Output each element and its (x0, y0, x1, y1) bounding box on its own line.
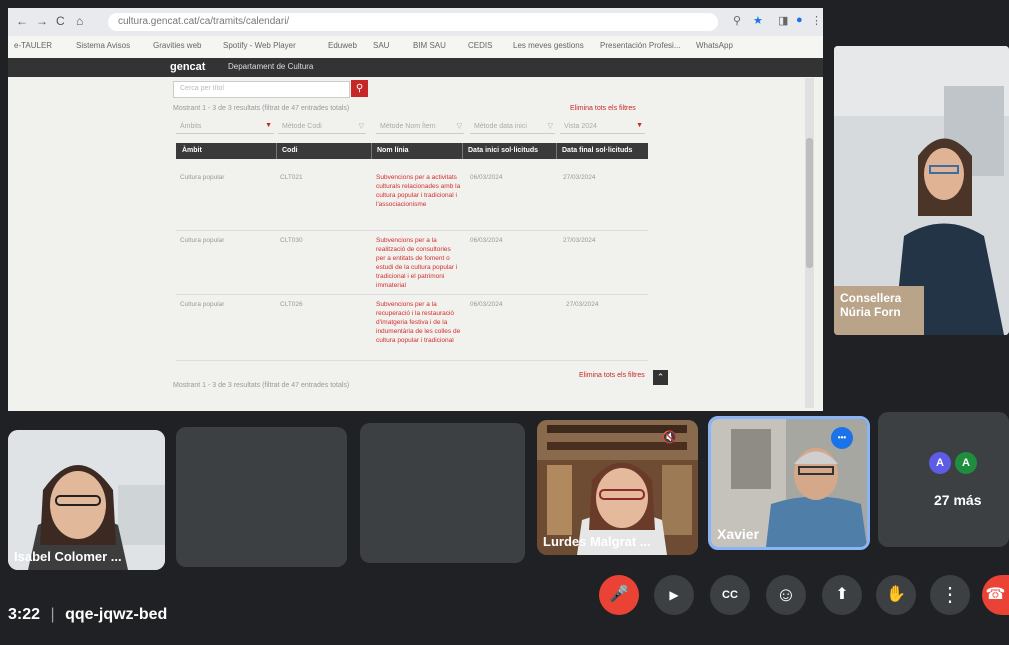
table-cell: 27/03/2024 (563, 174, 596, 181)
row-divider (176, 230, 648, 231)
back-icon[interactable]: ← (16, 14, 28, 28)
row-divider (176, 360, 648, 361)
more-options-button[interactable]: ⋮ (930, 575, 970, 615)
browser-chrome: ← → C ⌂ cultura.gencat.cat/ca/tramits/ca… (8, 8, 823, 36)
participant-tile[interactable]: Isabel Colomer ... (8, 430, 165, 570)
featured-participant-tile[interactable]: Consellera Núria Forn (834, 46, 1009, 335)
table-cell: 06/03/2024 (470, 301, 503, 308)
participant-name: Isabel Colomer ... (14, 549, 122, 564)
participant-name: Xavier (717, 526, 760, 542)
search-button[interactable]: ⚲ (351, 80, 368, 97)
table-cell: Cultura popular (180, 301, 225, 308)
mic-toggle-button[interactable]: 🎤 (599, 575, 639, 615)
participant-tile-empty[interactable] (360, 423, 525, 563)
results-count: Mostrant 1 - 3 de 3 resultats (filtrat d… (173, 105, 350, 112)
bookmark[interactable]: Les meves gestions (513, 41, 584, 50)
bookmark[interactable]: SAU (373, 41, 389, 50)
bookmark[interactable]: Presentación Profesi... (600, 41, 680, 50)
avatar: A (929, 452, 951, 474)
meeting-time: 3:22 (8, 606, 41, 623)
participant-options-button[interactable]: ••• (831, 427, 853, 449)
results-count-bottom: Mostrant 1 - 3 de 3 resultats (filtrat d… (173, 382, 350, 389)
star-icon[interactable]: ★ (753, 14, 763, 27)
column-header[interactable]: Data inici sol·licituds (468, 147, 538, 154)
row-title-link[interactable]: Subvencions per a activitats culturals r… (376, 173, 461, 209)
filter-nom[interactable]: Mètode Nom Ítem ▽ (376, 120, 464, 134)
table-cell: 27/03/2024 (566, 301, 599, 308)
participant-tile-empty[interactable] (176, 427, 347, 567)
bookmark[interactable]: e-TAULER (14, 41, 52, 50)
column-header[interactable]: Codi (282, 147, 298, 154)
meeting-code: qqe-jqwz-bed (65, 606, 168, 623)
bookmark[interactable]: CEDIS (468, 41, 492, 50)
table-cell: CLT026 (280, 301, 303, 308)
table-cell: CLT030 (280, 237, 303, 244)
column-header[interactable]: Nom línia (377, 147, 409, 154)
site-header: gencat Departament de Cultura (8, 58, 823, 77)
participant-name: Consellera Núria Forn (840, 291, 902, 319)
filter-data-inici[interactable]: Mètode data inici ▽ (470, 120, 555, 134)
more-participants-tile[interactable]: A A 27 más (878, 412, 1009, 547)
zoom-icon[interactable]: ⚲ (733, 14, 741, 27)
mic-off-icon: 🔇 (662, 430, 677, 444)
forward-icon[interactable]: → (36, 14, 48, 28)
address-bar[interactable]: cultura.gencat.cat/ca/tramits/calendari/ (108, 13, 718, 31)
page-scrollbar[interactable] (805, 78, 814, 408)
participant-tile-active[interactable]: ••• Xavier (708, 416, 870, 550)
avatar: A (955, 452, 977, 474)
captions-button[interactable]: CC (710, 575, 750, 615)
participant-name: Lurdes Malgrat ... (543, 534, 651, 549)
bookmark[interactable]: Spotify - Web Player (223, 41, 296, 50)
back-to-top-button[interactable]: ⌃ (653, 370, 668, 385)
bookmark[interactable]: BIM SAU (413, 41, 446, 50)
meeting-info: 3:22 | qqe-jqwz-bed (8, 606, 168, 623)
raise-hand-button[interactable]: ✋ (876, 575, 916, 615)
shared-screen: ← → C ⌂ cultura.gencat.cat/ca/tramits/ca… (8, 8, 823, 411)
filter-ambit[interactable]: Àmbits ▼ (176, 120, 274, 134)
department-name[interactable]: Departament de Cultura (228, 62, 313, 71)
clear-filters-link-bottom[interactable]: Elimina tots els filtres (579, 372, 645, 379)
table-cell: Cultura popular (180, 237, 225, 244)
url-text: cultura.gencat.cat/ca/tramits/calendari/ (118, 16, 290, 27)
table-cell: 27/03/2024 (563, 237, 596, 244)
row-title-link[interactable]: Subvencions per a la recuperació i la re… (376, 300, 461, 345)
filter-codi[interactable]: Mètode Codi ▽ (278, 120, 366, 134)
end-call-button[interactable]: ☎ (982, 575, 1009, 615)
bookmark[interactable]: Sistema Avisos (76, 41, 130, 50)
bookmark[interactable]: Eduweb (328, 41, 357, 50)
table-cell: 06/03/2024 (470, 174, 503, 181)
more-participants-label: 27 más (934, 492, 982, 508)
present-button[interactable]: ⬆ (822, 575, 862, 615)
bookmark[interactable]: Gravities web (153, 41, 201, 50)
table-header: Àmbit Codi Nom línia Data inici sol·lici… (176, 143, 648, 159)
emoji-button[interactable]: ☺ (766, 575, 806, 615)
reload-icon[interactable]: C (56, 14, 65, 28)
column-header[interactable]: Data final sol·licituds (562, 147, 632, 154)
profile-icon[interactable]: ● (796, 14, 803, 26)
row-divider (176, 294, 648, 295)
column-header[interactable]: Àmbit (182, 147, 202, 154)
table-cell: Cultura popular (180, 174, 225, 181)
table-cell: 06/03/2024 (470, 237, 503, 244)
row-title-link[interactable]: Subvencions per a la realització de cons… (376, 236, 461, 290)
menu-icon[interactable]: ⋮ (811, 14, 822, 27)
bookmarks-bar: e-TAULER Sistema Avisos Gravities web Sp… (8, 36, 823, 59)
gencat-logo[interactable]: gencat (170, 61, 205, 73)
filter-data-final[interactable]: Vista 2024 ▼ (560, 120, 645, 134)
search-input[interactable]: Cerca per títol (173, 81, 350, 98)
participant-tile[interactable]: 🔇 Lurdes Malgrat ... (537, 420, 698, 555)
sidepanel-icon[interactable]: ◨ (778, 14, 788, 27)
camera-toggle-button[interactable]: ▶ (654, 575, 694, 615)
table-cell: CLT021 (280, 174, 303, 181)
home-icon[interactable]: ⌂ (76, 14, 83, 28)
bookmark[interactable]: WhatsApp (696, 41, 733, 50)
clear-filters-link[interactable]: Elimina tots els filtres (570, 105, 636, 112)
